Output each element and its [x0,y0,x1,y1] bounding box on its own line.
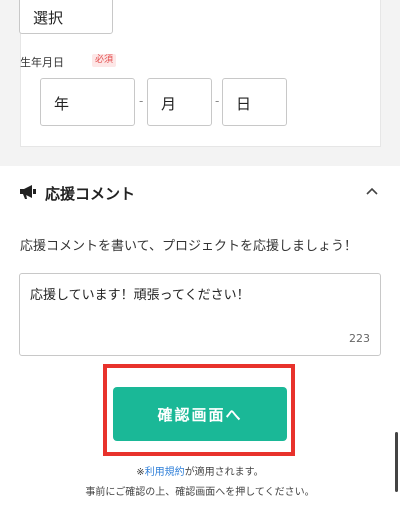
select-value: 選択 [33,9,64,27]
comment-value: 応援しています！頑張ってください！ [30,288,250,303]
char-counter: 223 [349,332,370,345]
required-badge: 必須 [92,54,117,67]
scrollbar[interactable] [395,432,398,492]
chevron-up-icon[interactable] [366,187,378,195]
terms-prefix: ※ [136,467,145,478]
megaphone-icon [20,185,36,199]
select-dropdown[interactable]: 選択 [19,0,113,34]
date-separator: - [139,94,144,108]
confirm-note: 事前にご確認の上、確認画面へを押してください。 [85,487,315,498]
comment-section-title: 応援コメント [45,185,136,203]
comment-textarea[interactable]: 応援しています！頑張ってください！ 223 [19,273,381,356]
year-field[interactable]: 年 [40,78,135,126]
terms-link[interactable]: 利用規約 [145,467,185,478]
confirm-button[interactable]: 確認画面へ [113,387,287,441]
dob-label: 生年月日 [20,56,64,69]
terms-note: ※利用規約が適用されます。 [0,463,400,478]
month-field[interactable]: 月 [147,78,212,126]
terms-suffix: が適用されます。 [184,467,264,478]
day-field[interactable]: 日 [222,78,287,126]
comment-intro: 応援コメントを書いて、プロジェクトを応援しましょう！ [20,239,357,254]
date-separator: - [215,94,220,108]
day-placeholder: 日 [236,95,252,113]
month-placeholder: 月 [161,95,177,113]
year-placeholder: 年 [54,95,70,113]
